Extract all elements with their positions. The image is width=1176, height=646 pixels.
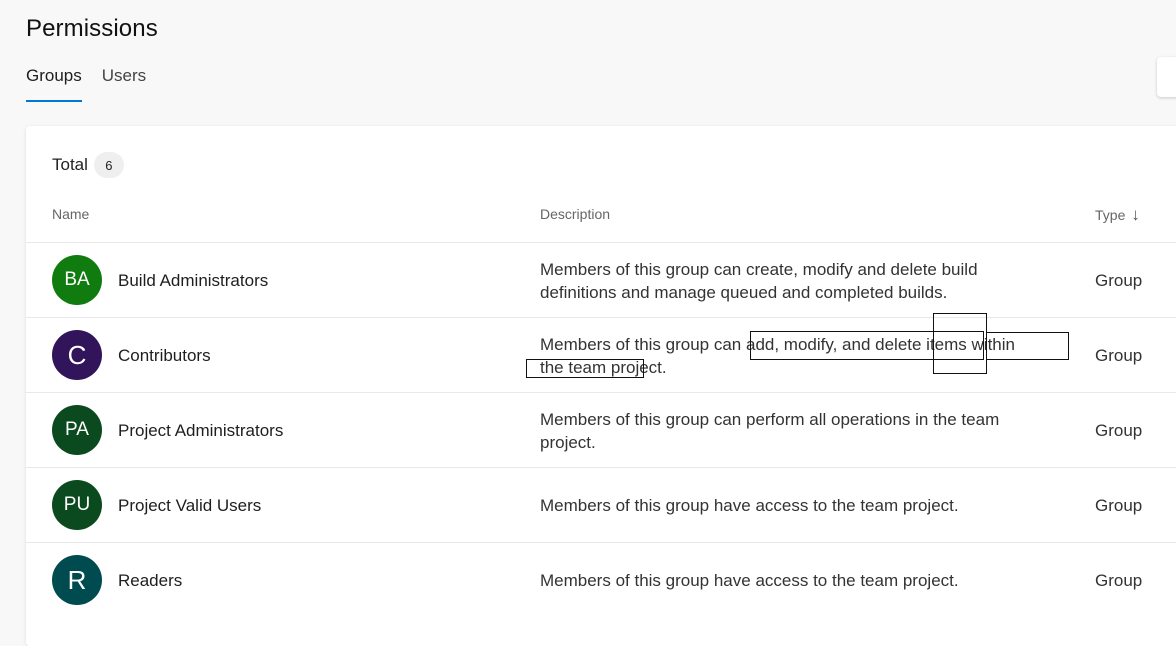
table-row[interactable]: PU Project Valid Users Members of this g…: [26, 467, 1176, 542]
table-row[interactable]: R Readers Members of this group have acc…: [26, 542, 1176, 617]
column-header-description[interactable]: Description: [540, 206, 610, 222]
total-summary: Total 6: [52, 152, 124, 178]
group-description: Members of this group can add, modify, a…: [540, 334, 1015, 377]
group-name[interactable]: Project Administrators: [118, 393, 283, 468]
column-header-type-label: Type: [1095, 206, 1126, 223]
table-row[interactable]: BA Build Administrators Members of this …: [26, 242, 1176, 317]
group-type: Group: [1095, 270, 1143, 290]
avatar: BA: [52, 255, 102, 305]
group-name[interactable]: Readers: [118, 543, 182, 618]
groups-table-body: BA Build Administrators Members of this …: [26, 242, 1176, 617]
tab-bar: Groups Users: [26, 66, 146, 102]
total-count-badge: 6: [93, 152, 124, 178]
group-type: Group: [1095, 420, 1143, 440]
avatar: PU: [52, 480, 102, 530]
group-name[interactable]: Build Administrators: [118, 243, 268, 318]
group-description: Members of this group can create, modify…: [540, 259, 978, 302]
avatar: PA: [52, 405, 102, 455]
toolbar-button[interactable]: [1157, 57, 1176, 97]
group-type: Group: [1095, 570, 1143, 590]
table-row[interactable]: PA Project Administrators Members of thi…: [26, 392, 1176, 467]
group-name[interactable]: Project Valid Users: [118, 468, 261, 543]
total-label: Total: [52, 155, 88, 174]
group-description: Members of this group have access to the…: [540, 571, 959, 590]
tab-groups[interactable]: Groups: [26, 66, 82, 102]
group-type: Group: [1095, 495, 1143, 515]
avatar: C: [52, 330, 102, 380]
sort-descending-icon[interactable]: ↓: [1131, 206, 1140, 223]
avatar: R: [52, 555, 102, 605]
groups-card: Total 6 Name Description Type ↓ BA Build…: [26, 126, 1176, 646]
table-row[interactable]: C Contributors Members of this group can…: [26, 317, 1176, 392]
page-title: Permissions: [26, 15, 158, 42]
group-description: Members of this group have access to the…: [540, 496, 959, 515]
group-name[interactable]: Contributors: [118, 318, 211, 393]
group-type: Group: [1095, 345, 1143, 365]
column-header-name[interactable]: Name: [52, 206, 89, 222]
tab-users[interactable]: Users: [102, 66, 146, 102]
column-header-type[interactable]: Type ↓: [1095, 206, 1140, 223]
group-description: Members of this group can perform all op…: [540, 409, 1000, 452]
